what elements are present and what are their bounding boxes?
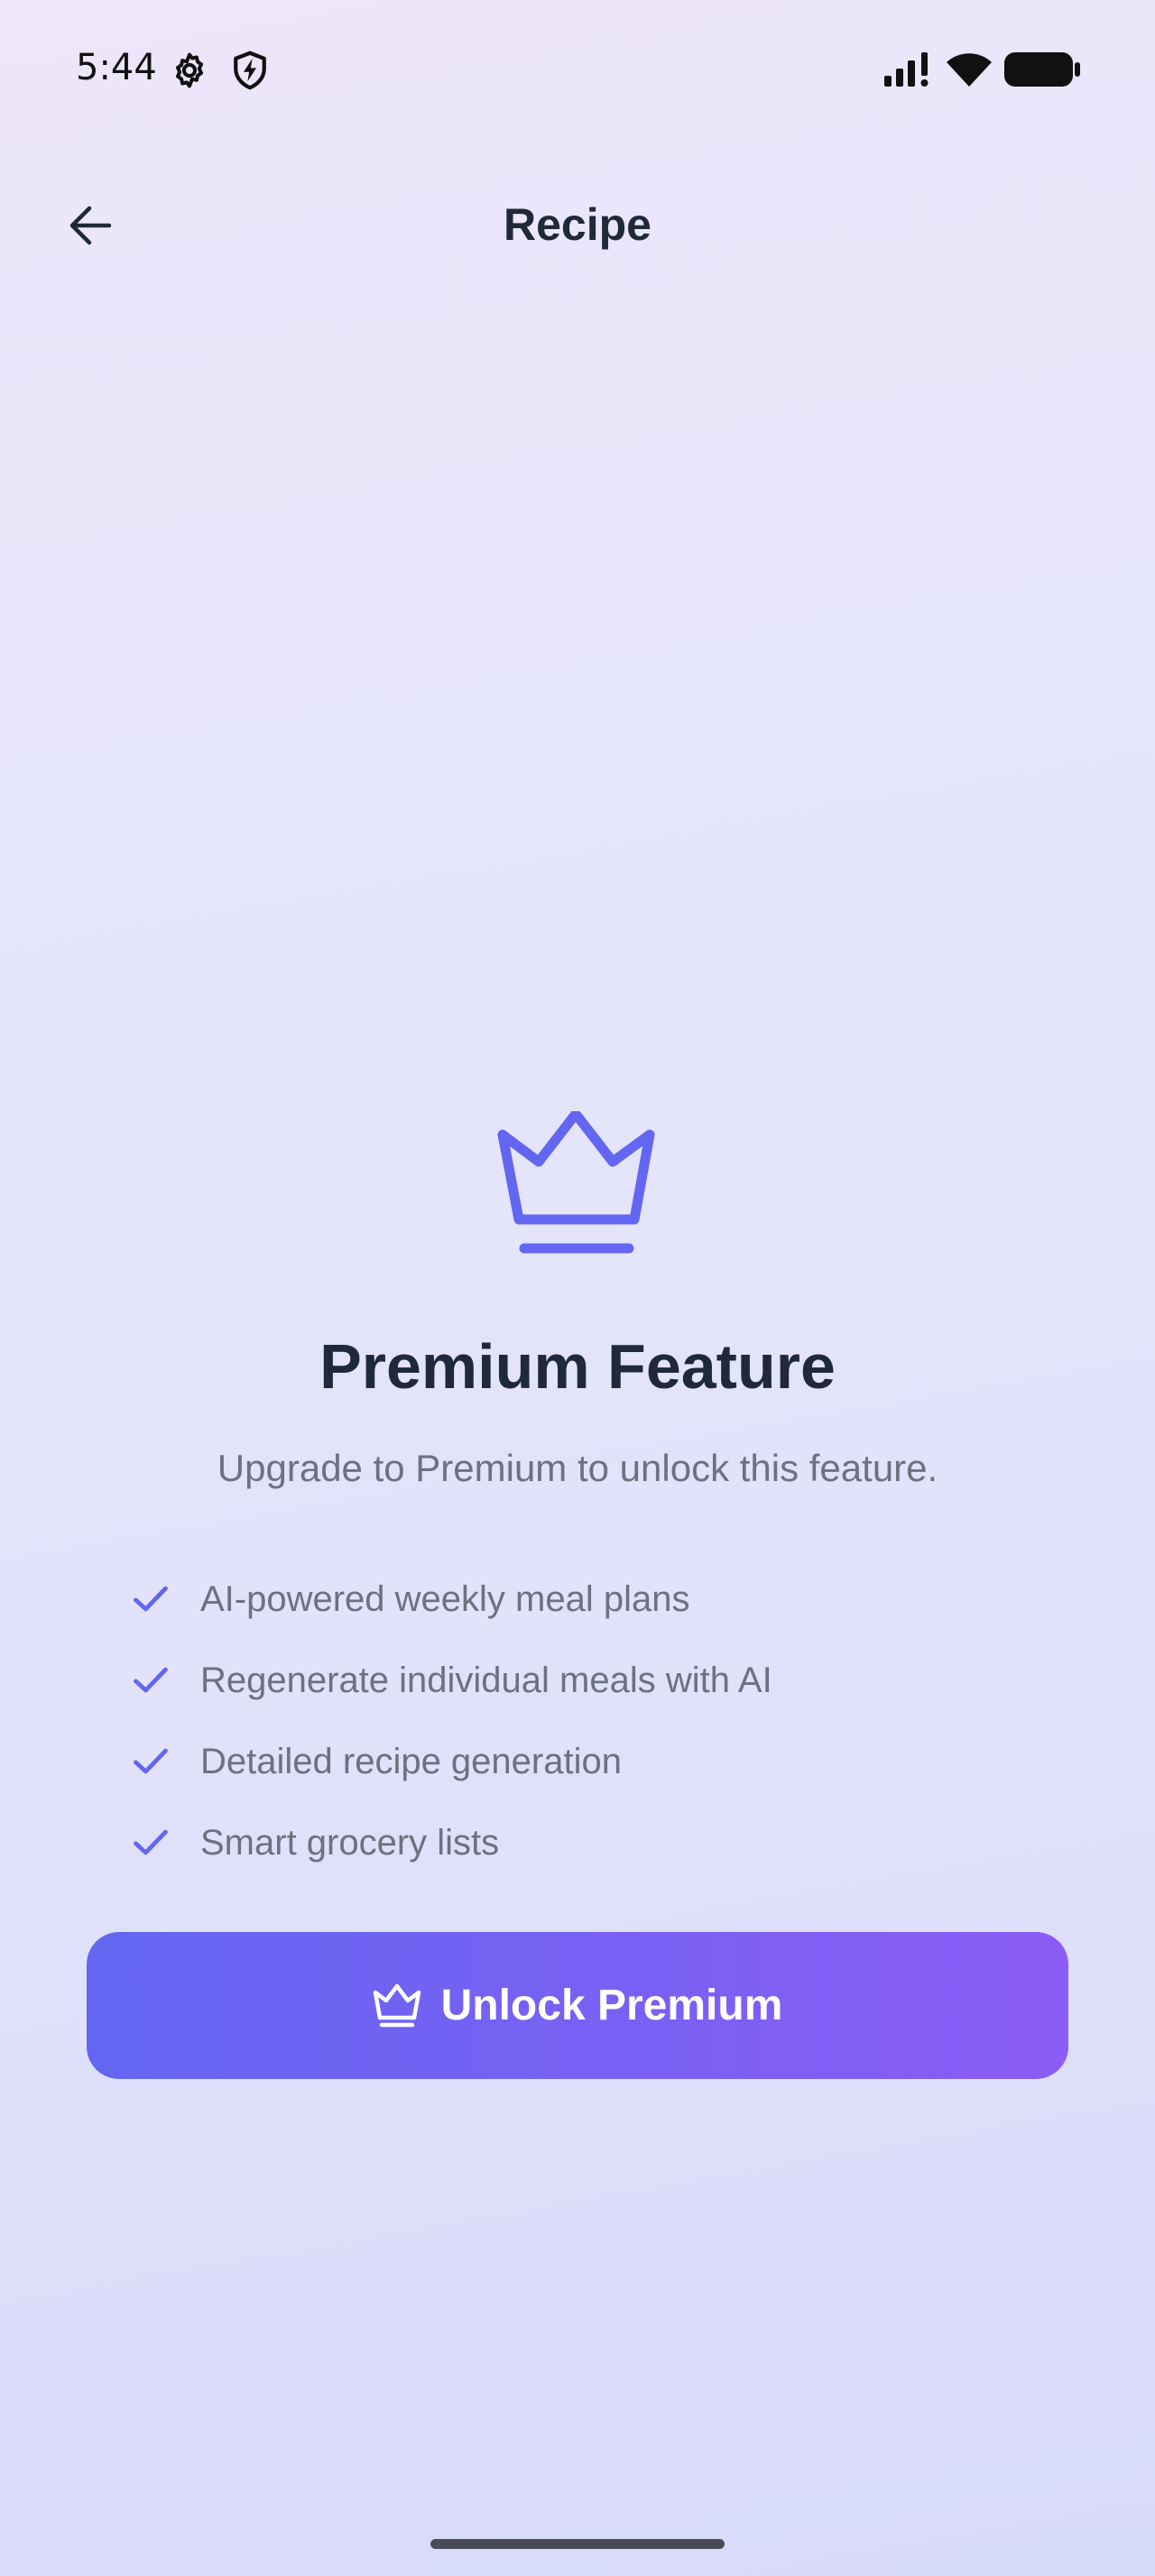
status-bar: 5:44 bbox=[0, 0, 1155, 135]
premium-subtitle: Upgrade to Premium to unlock this featur… bbox=[217, 1447, 938, 1489]
gear-icon bbox=[175, 52, 204, 88]
check-icon bbox=[134, 1748, 168, 1774]
feature-item: Detailed recipe generation bbox=[131, 1721, 1033, 1802]
check-icon bbox=[134, 1667, 168, 1693]
page-title: Recipe bbox=[504, 199, 651, 250]
feature-item: Regenerate individual meals with AI bbox=[131, 1640, 1033, 1721]
signal-icon bbox=[884, 52, 929, 87]
crown-icon bbox=[497, 1111, 655, 1254]
check-icon bbox=[134, 1586, 168, 1612]
premium-title: Premium Feature bbox=[319, 1331, 836, 1402]
feature-label: Regenerate individual meals with AI bbox=[200, 1660, 772, 1700]
feature-label: Detailed recipe generation bbox=[200, 1741, 622, 1781]
shield-icon bbox=[234, 51, 266, 90]
unlock-premium-button[interactable]: Unlock Premium bbox=[87, 1932, 1068, 2079]
battery-icon bbox=[1004, 52, 1080, 87]
feature-label: Smart grocery lists bbox=[200, 1822, 500, 1863]
crown-icon bbox=[373, 1983, 420, 2027]
feature-item: AI-powered weekly meal plans bbox=[131, 1559, 1033, 1640]
home-indicator[interactable] bbox=[430, 2539, 725, 2549]
feature-item: Smart grocery lists bbox=[131, 1802, 1033, 1883]
unlock-premium-label: Unlock Premium bbox=[440, 1982, 783, 2029]
feature-list: AI-powered weekly meal plans Regenerate … bbox=[131, 1559, 1033, 1883]
feature-label: AI-powered weekly meal plans bbox=[200, 1578, 690, 1619]
check-icon bbox=[134, 1829, 168, 1855]
status-time: 5:44 bbox=[76, 47, 157, 88]
app-bar: Recipe bbox=[0, 171, 1155, 280]
wifi-icon bbox=[947, 53, 992, 87]
